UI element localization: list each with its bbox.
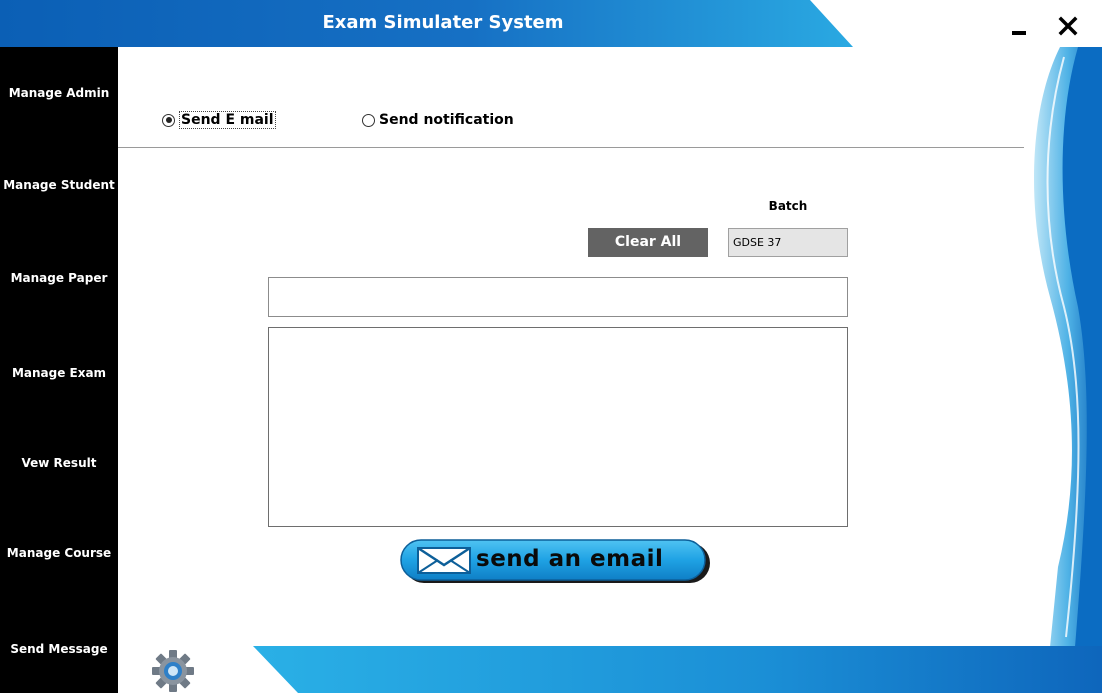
close-button[interactable] bbox=[1053, 10, 1083, 40]
sidebar-item-manage-paper[interactable]: Manage Paper bbox=[0, 261, 118, 295]
title-bar: Exam Simulater System bbox=[0, 0, 1102, 47]
clear-all-button[interactable]: Clear All bbox=[588, 228, 708, 257]
send-email-radio[interactable]: Send E mail bbox=[162, 111, 276, 129]
radio-checked-indicator bbox=[162, 113, 175, 127]
decorative-wave bbox=[1033, 47, 1102, 647]
send-notification-radio[interactable]: Send notification bbox=[362, 111, 514, 129]
close-icon bbox=[1058, 16, 1078, 36]
sidebar-item-manage-exam[interactable]: Manage Exam bbox=[0, 356, 118, 390]
message-textarea[interactable] bbox=[268, 327, 848, 527]
sidebar-item-manage-student[interactable]: Manage Student bbox=[0, 168, 118, 202]
minimize-icon bbox=[1012, 31, 1026, 35]
gear-icon[interactable] bbox=[152, 650, 194, 692]
app-title: Exam Simulater System bbox=[322, 12, 564, 33]
radio-unchecked-indicator bbox=[362, 113, 375, 127]
sidebar-item-manage-admin[interactable]: Manage Admin bbox=[0, 76, 118, 110]
divider bbox=[118, 147, 1024, 148]
sidebar-item-view-result[interactable]: Vew Result bbox=[0, 446, 118, 480]
batch-label: Batch bbox=[768, 199, 808, 213]
sidebar-item-send-message[interactable]: Send Message bbox=[0, 632, 118, 666]
send-email-label: send an email bbox=[476, 546, 664, 572]
batch-field[interactable]: GDSE 37 bbox=[728, 228, 848, 257]
subject-input[interactable] bbox=[268, 277, 848, 317]
envelope-icon bbox=[417, 546, 471, 574]
sidebar: Manage Admin Manage Student Manage Paper… bbox=[0, 47, 118, 693]
send-email-button[interactable]: send an email bbox=[400, 539, 712, 585]
bottom-band bbox=[253, 646, 1102, 693]
send-email-label: Send E mail bbox=[179, 111, 276, 129]
sidebar-item-manage-course[interactable]: Manage Course bbox=[0, 536, 118, 570]
minimize-button[interactable] bbox=[1004, 10, 1034, 40]
send-notification-label: Send notification bbox=[379, 112, 514, 128]
